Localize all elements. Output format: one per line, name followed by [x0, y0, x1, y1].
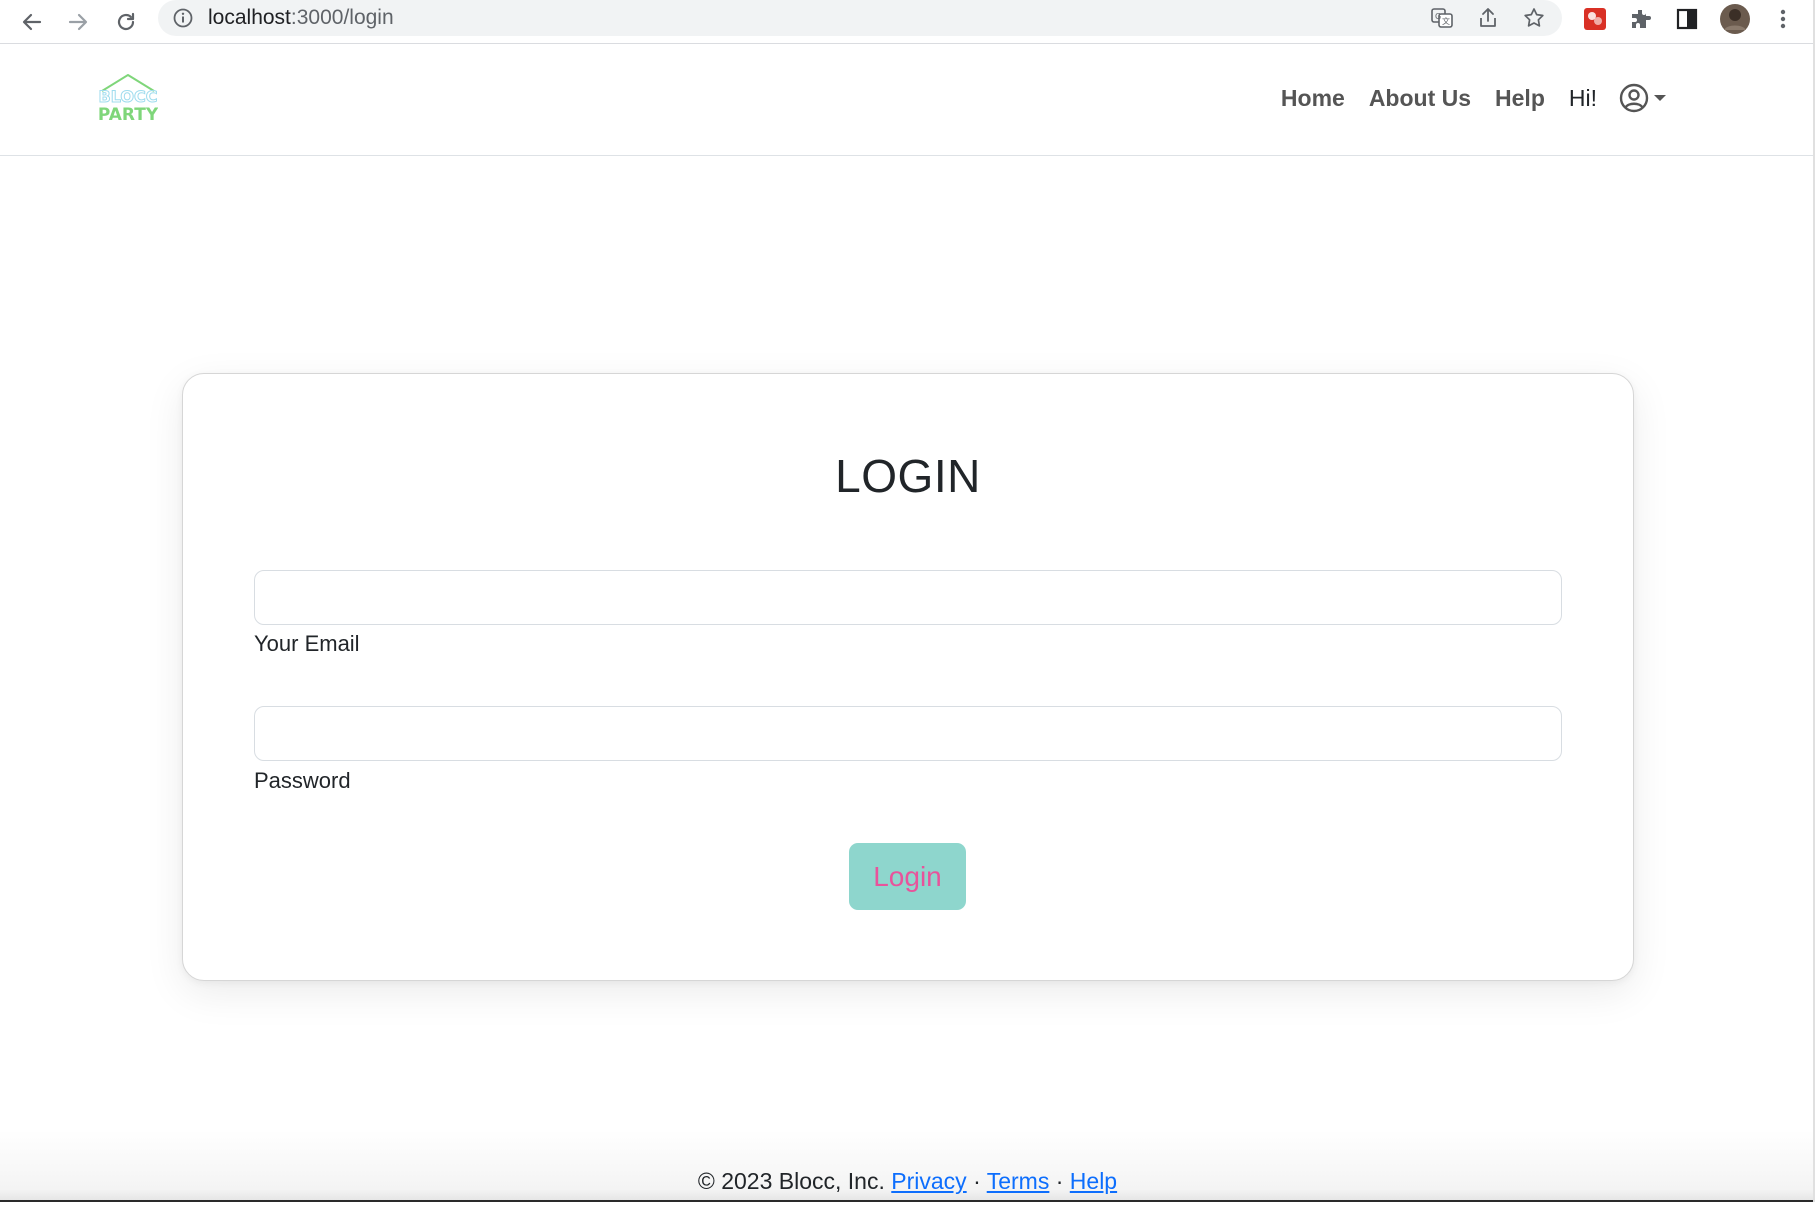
nav-links: Home About Us Help Hi! — [1257, 83, 1667, 113]
nav-about-link[interactable]: About Us — [1369, 85, 1471, 112]
url-host: localhost — [208, 6, 291, 29]
footer-privacy-link[interactable]: Privacy — [891, 1168, 966, 1194]
login-title: LOGIN — [835, 450, 981, 502]
user-circle-icon — [1619, 83, 1649, 113]
login-button[interactable]: Login — [849, 843, 966, 910]
nav-help-link[interactable]: Help — [1495, 85, 1545, 112]
caret-down-icon — [1654, 95, 1666, 101]
url-path: :3000/login — [290, 6, 394, 29]
back-arrow-icon[interactable] — [14, 4, 50, 40]
logo-bottom-text: PARTY — [98, 105, 158, 125]
svg-text:G: G — [1435, 12, 1441, 21]
extension-icon[interactable] — [1578, 2, 1612, 36]
browser-toolbar: localhost:3000/login G文 — [0, 0, 1815, 44]
translate-icon[interactable]: G文 — [1428, 4, 1456, 32]
email-label: Your Email — [254, 631, 360, 656]
password-label: Password — [254, 768, 351, 793]
bookmark-star-icon[interactable] — [1520, 4, 1548, 32]
info-icon[interactable] — [172, 7, 194, 29]
url-text[interactable]: localhost:3000/login — [208, 6, 394, 30]
footer-help-link[interactable]: Help — [1070, 1168, 1117, 1194]
forward-arrow-icon[interactable] — [60, 4, 96, 40]
share-icon[interactable] — [1474, 4, 1502, 32]
address-bar[interactable]: localhost:3000/login G文 — [158, 0, 1562, 36]
side-panel-icon[interactable] — [1670, 2, 1704, 36]
logo-top-text: BLOCC — [99, 87, 158, 106]
profile-avatar[interactable] — [1718, 2, 1752, 36]
footer: © 2023 Blocc, Inc. Privacy · Terms · Hel… — [0, 1168, 1815, 1195]
footer-terms-link[interactable]: Terms — [987, 1168, 1050, 1194]
puzzle-icon[interactable] — [1624, 2, 1658, 36]
email-field[interactable] — [254, 570, 1562, 625]
profile-dropdown-toggle[interactable] — [1619, 83, 1667, 113]
footer-separator: · — [1055, 1168, 1064, 1194]
site-navbar: BLOCC PARTY Home About Us Help Hi! — [0, 45, 1815, 156]
nav-greeting: Hi! — [1568, 84, 1597, 111]
login-card: LOGIN Your Email Password Login — [182, 373, 1634, 981]
reload-icon[interactable] — [108, 4, 144, 40]
nav-home-link[interactable]: Home — [1281, 85, 1345, 112]
footer-copyright: © 2023 Blocc, Inc. — [697, 1168, 885, 1194]
svg-text:文: 文 — [1442, 16, 1450, 26]
more-menu-icon[interactable] — [1766, 2, 1800, 36]
blocc-party-logo[interactable]: BLOCC PARTY — [98, 73, 159, 125]
password-field[interactable] — [254, 706, 1562, 761]
footer-separator: · — [973, 1168, 981, 1194]
